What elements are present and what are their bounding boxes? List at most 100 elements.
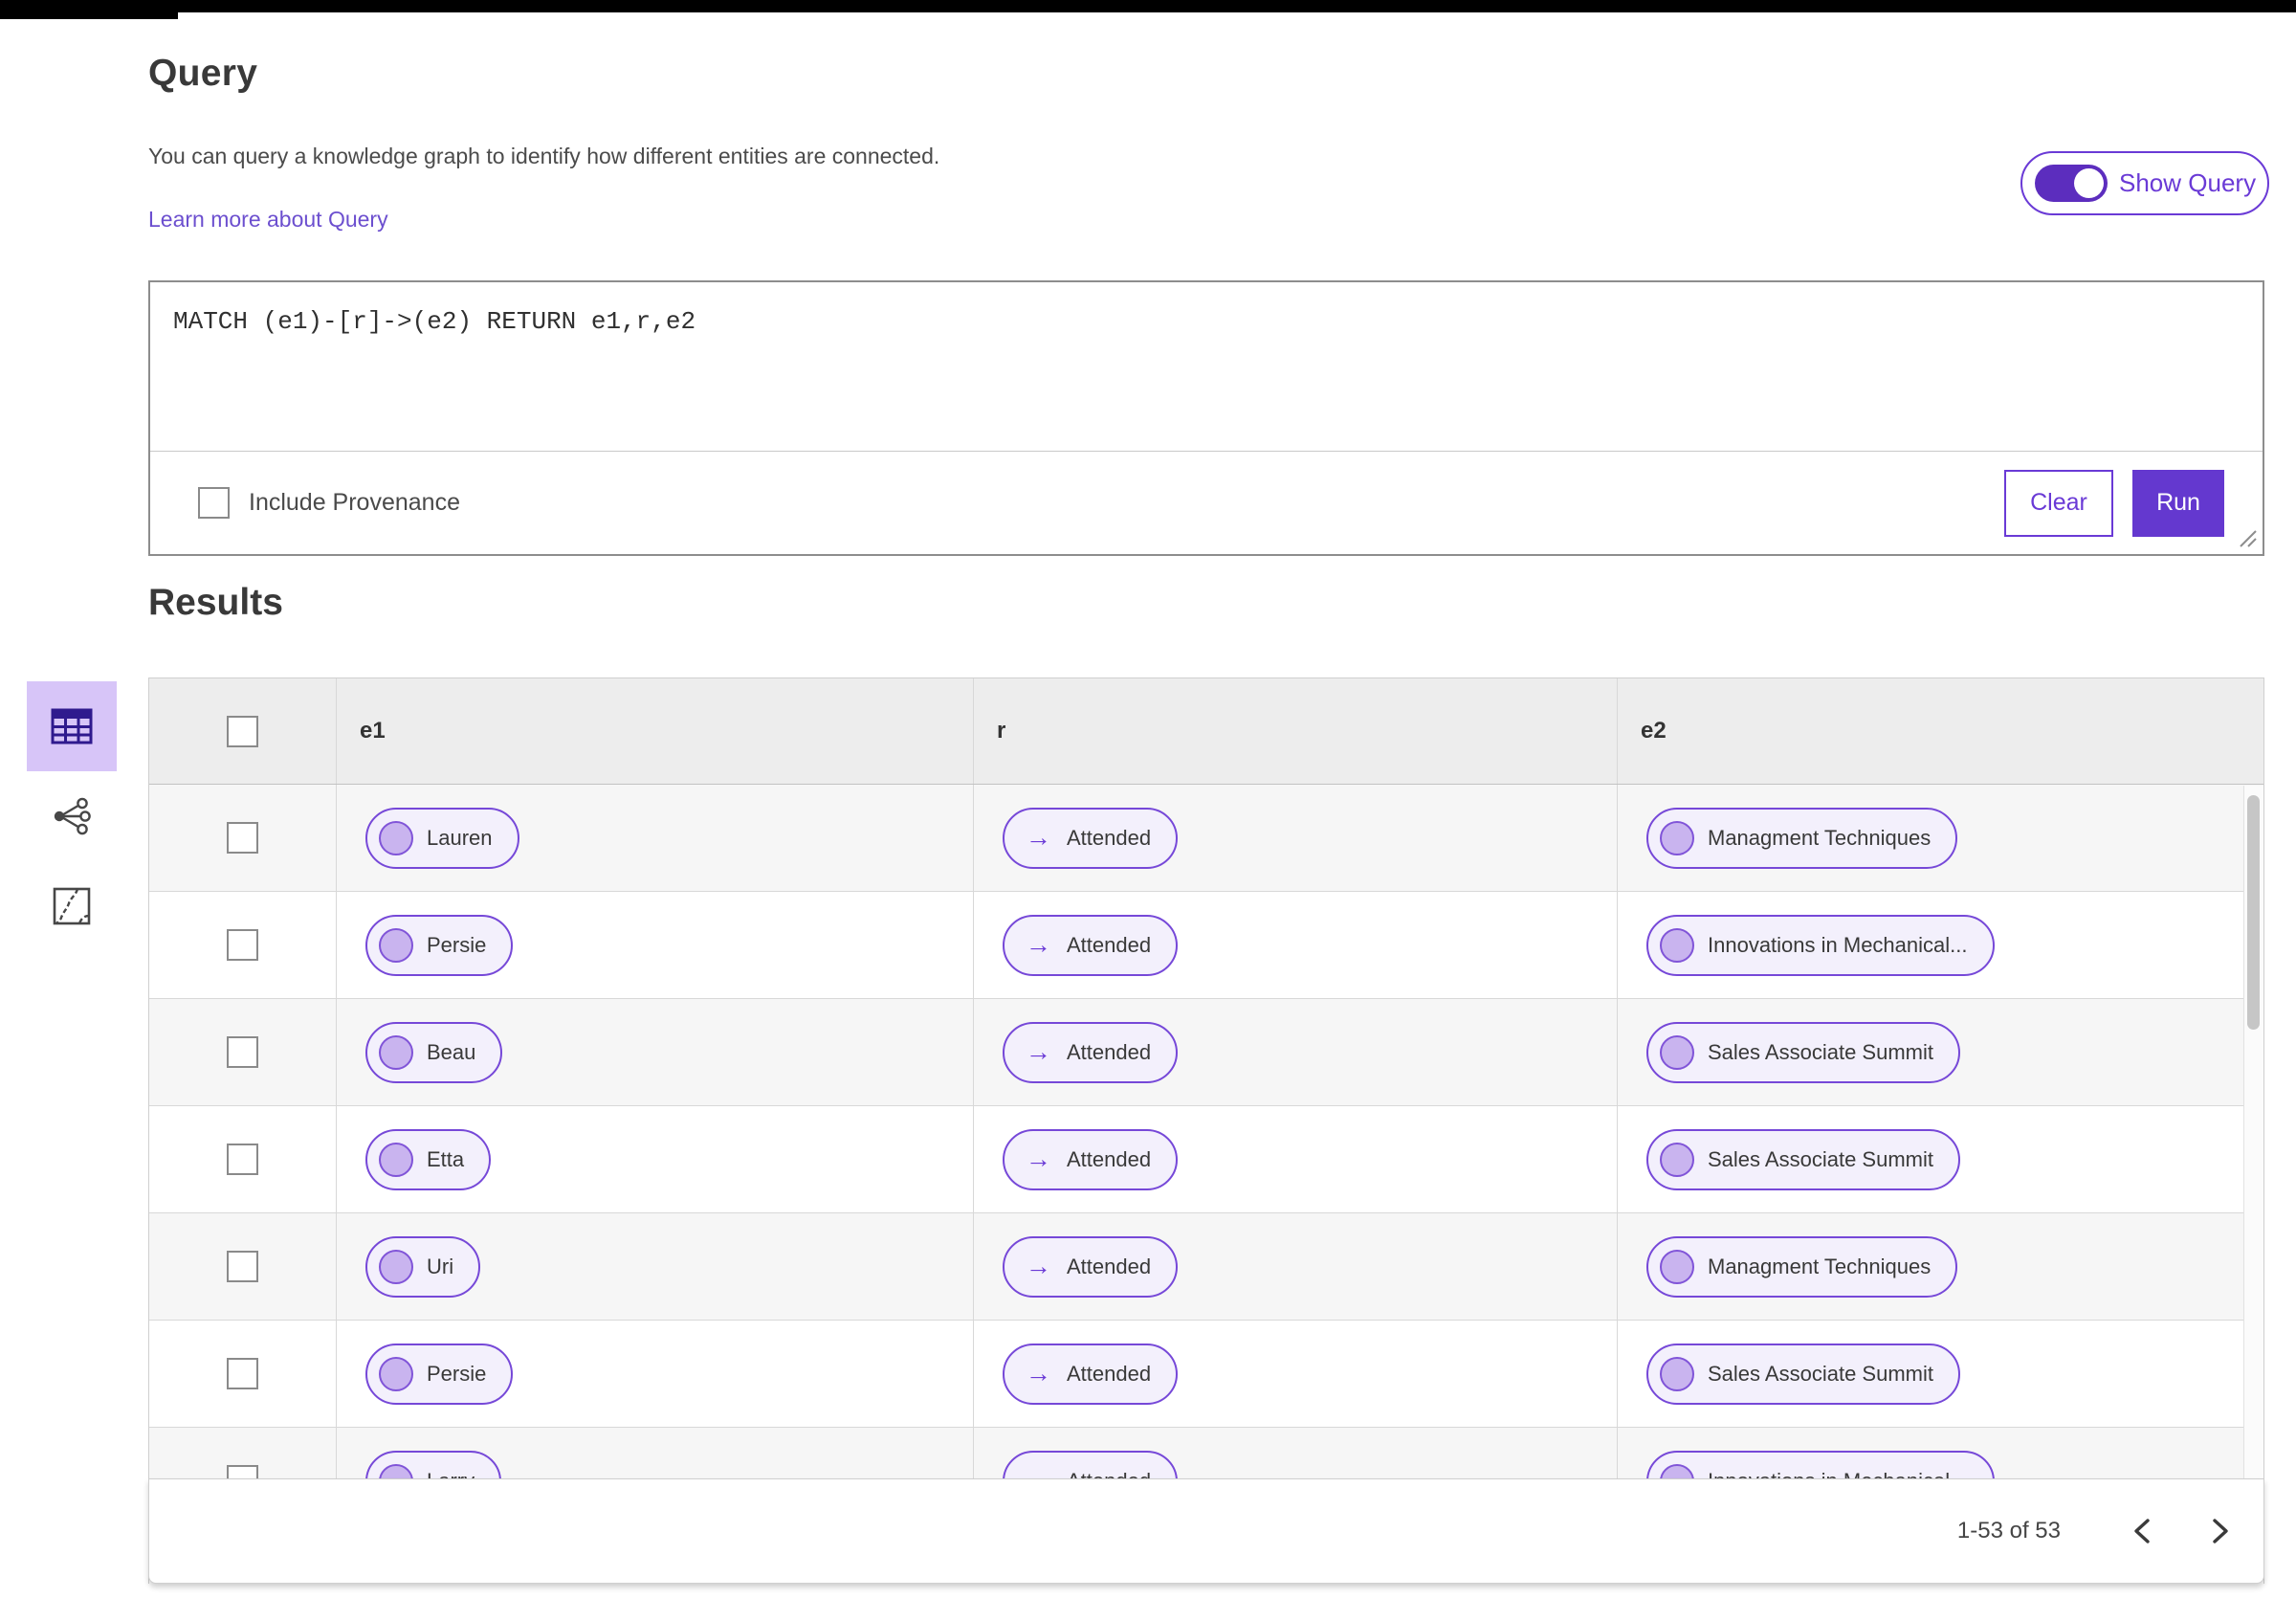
entity-chip[interactable]: Etta [365, 1128, 492, 1190]
relation-arrow-icon: → [1026, 1252, 1051, 1280]
entity-avatar-icon [379, 820, 413, 855]
share-nodes-icon [54, 797, 91, 835]
pagination-bar: 1-53 of 53 [148, 1478, 2264, 1584]
header-cell-e1: e1 [337, 678, 974, 784]
entity-avatar-icon [379, 1356, 413, 1391]
relationship-chip[interactable]: → Attended [1003, 914, 1179, 976]
table-row: Uri → Attended Managment Techniques [149, 1213, 2263, 1321]
cell-e2: Managment Techniques [1618, 785, 2263, 891]
entity-chip[interactable]: Sales Associate Summit [1646, 1021, 1960, 1083]
page-description: You can query a knowledge graph to ident… [148, 144, 940, 168]
table-row: Persie → Attended Sales Associate Summit [149, 1321, 2263, 1428]
row-checkbox[interactable] [227, 1144, 258, 1175]
relation-arrow-icon: → [1026, 1037, 1051, 1066]
entity-avatar-icon [379, 1034, 413, 1070]
chevron-left-icon [2134, 1519, 2150, 1543]
row-select-cell [149, 1106, 337, 1212]
table-scrollbar[interactable] [2243, 786, 2263, 1478]
resize-handle-icon[interactable] [2235, 525, 2258, 548]
cell-r: → Attended [974, 785, 1618, 891]
relation-arrow-icon: → [1026, 930, 1051, 959]
header-cell-e2: e2 [1641, 718, 1667, 744]
entity-chip[interactable]: Managment Techniques [1646, 807, 1958, 869]
entity-chip[interactable]: Persie [365, 1343, 514, 1405]
table-row: Lauren → Attended Managment Techniques [149, 785, 2263, 892]
row-checkbox[interactable] [227, 1036, 258, 1068]
learn-more-link[interactable]: Learn more about Query [148, 207, 388, 233]
cell-r: → Attended [974, 1213, 1618, 1320]
entity-avatar-icon [379, 1249, 413, 1284]
entity-chip[interactable]: Managment Techniques [1646, 1235, 1958, 1298]
cell-e1: Persie [337, 892, 974, 998]
pagination-prev-button[interactable] [2120, 1509, 2164, 1553]
table-row: Beau → Attended Sales Associate Summit [149, 999, 2263, 1106]
row-select-cell [149, 785, 337, 891]
entity-chip[interactable]: Beau [365, 1021, 503, 1083]
row-checkbox[interactable] [227, 1251, 258, 1282]
row-checkbox[interactable] [227, 929, 258, 961]
cell-e1: Beau [337, 999, 974, 1105]
show-query-label: Show Query [2119, 168, 2257, 197]
pagination-next-button[interactable] [2198, 1509, 2242, 1553]
top-black-bar [0, 0, 2296, 12]
entity-avatar-icon [1660, 1249, 1694, 1284]
query-page: Query You can query a knowledge graph to… [0, 0, 2296, 1599]
include-provenance-checkbox[interactable] [198, 487, 230, 519]
pagination-range-label: 1-53 of 53 [1956, 1518, 2061, 1543]
relation-arrow-icon: → [1026, 1359, 1051, 1388]
results-table-body: Lauren → Attended Managment Techniques P… [149, 785, 2263, 1535]
row-checkbox[interactable] [227, 822, 258, 854]
entity-avatar-icon [1660, 1034, 1694, 1070]
rail-item-map-view[interactable] [27, 861, 117, 951]
cell-r: → Attended [974, 1321, 1618, 1427]
cell-e1: Etta [337, 1106, 974, 1212]
show-query-toggle[interactable]: Show Query [2020, 151, 2269, 215]
relationship-chip[interactable]: → Attended [1003, 807, 1179, 869]
include-provenance-label: Include Provenance [249, 489, 460, 516]
cell-e1: Uri [337, 1213, 974, 1320]
top-black-corner [0, 0, 178, 19]
run-button[interactable]: Run [2132, 469, 2224, 537]
table-row: Persie → Attended Innovations in Mechani… [149, 892, 2263, 999]
cell-e1: Persie [337, 1321, 974, 1427]
query-toolbar: Include Provenance Clear Run [150, 451, 2263, 554]
entity-chip[interactable]: Lauren [365, 807, 519, 869]
entity-chip[interactable]: Uri [365, 1235, 481, 1298]
header-cell-select [149, 678, 337, 784]
relationship-chip[interactable]: → Attended [1003, 1021, 1179, 1083]
relationship-chip[interactable]: → Attended [1003, 1235, 1179, 1298]
chevron-right-icon [2213, 1519, 2228, 1543]
entity-chip[interactable]: Sales Associate Summit [1646, 1343, 1960, 1405]
row-checkbox[interactable] [227, 1358, 258, 1389]
entity-chip[interactable]: Sales Associate Summit [1646, 1128, 1960, 1190]
relation-arrow-icon: → [1026, 1144, 1051, 1173]
page-title: Query [148, 53, 258, 94]
row-select-cell [149, 1213, 337, 1320]
query-input[interactable]: MATCH (e1)-[r]->(e2) RETURN e1,r,e2 [150, 282, 2263, 451]
relationship-chip[interactable]: → Attended [1003, 1343, 1179, 1405]
relationship-chip[interactable]: → Attended [1003, 1128, 1179, 1190]
clear-button[interactable]: Clear [2004, 469, 2113, 537]
row-select-cell [149, 892, 337, 998]
table-row: Etta → Attended Sales Associate Summit [149, 1106, 2263, 1213]
rail-item-graph-view[interactable] [27, 771, 117, 861]
view-rail [27, 681, 117, 951]
query-action-buttons: Clear Run [2004, 469, 2263, 537]
relation-arrow-icon: → [1026, 823, 1051, 852]
cell-e2: Sales Associate Summit [1618, 1321, 2263, 1427]
entity-chip[interactable]: Innovations in Mechanical... [1646, 914, 1995, 976]
include-provenance-control: Include Provenance [198, 487, 460, 519]
entity-avatar-icon [379, 1142, 413, 1177]
entity-avatar-icon [1660, 1142, 1694, 1177]
cell-e1: Lauren [337, 785, 974, 891]
select-all-checkbox[interactable] [227, 715, 258, 747]
cell-e2: Innovations in Mechanical... [1618, 892, 2263, 998]
row-select-cell [149, 1321, 337, 1427]
rail-item-table-view[interactable] [27, 681, 117, 771]
results-heading: Results [148, 582, 283, 623]
toggle-switch-icon [2035, 165, 2108, 202]
scrollbar-thumb[interactable] [2247, 795, 2260, 1030]
entity-avatar-icon [1660, 927, 1694, 963]
cell-r: → Attended [974, 892, 1618, 998]
entity-chip[interactable]: Persie [365, 914, 514, 976]
